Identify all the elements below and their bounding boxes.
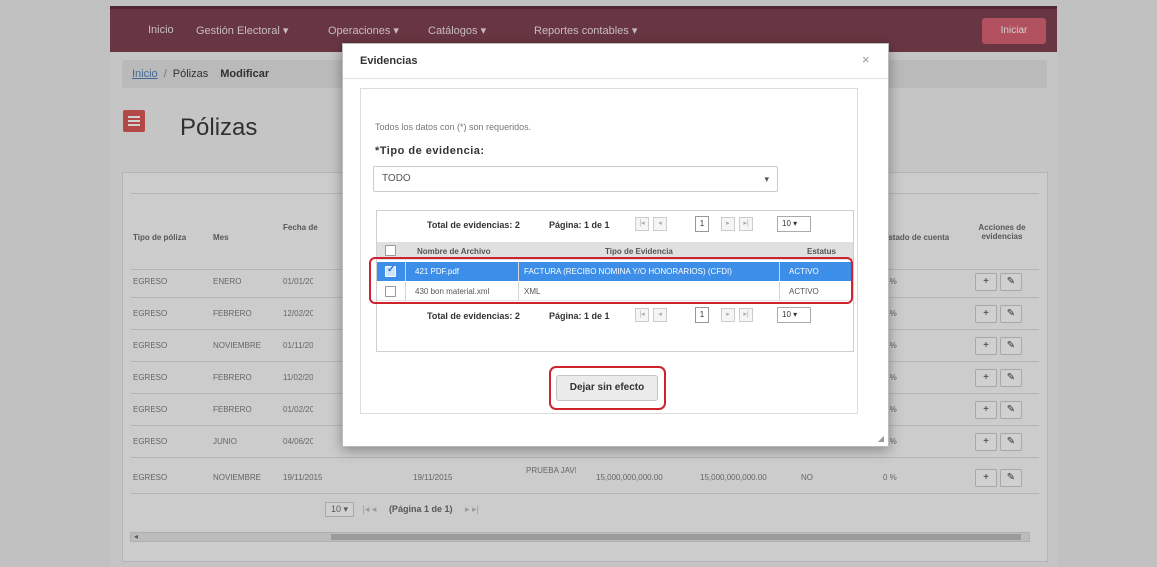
col-estatus[interactable]: Estatus	[807, 247, 836, 256]
tipo-evidencia-select[interactable]: TODO ▾	[373, 166, 778, 192]
modal-divider	[343, 78, 888, 79]
last-page-icon[interactable]: ▸|	[739, 217, 753, 231]
rows-highlight-outline	[369, 257, 853, 304]
dejar-sin-efecto-button[interactable]: Dejar sin efecto	[556, 375, 658, 401]
modal-title: Evidencias	[360, 55, 418, 67]
next-page-icon[interactable]: ▸	[721, 217, 735, 231]
first-page-icon[interactable]: |◂	[635, 308, 649, 322]
page-label: Página: 1 de 1	[549, 220, 610, 230]
page-size-select[interactable]: 10 ▾	[777, 216, 811, 232]
grid-pager-top: Total de evidencias: 2 Página: 1 de 1 |◂…	[377, 211, 853, 239]
select-all-checkbox[interactable]	[385, 245, 396, 256]
evidencias-modal: Evidencias × Todos los datos con (*) son…	[342, 43, 889, 447]
page-number-input[interactable]: 1	[695, 307, 709, 323]
prev-page-icon[interactable]: ◂	[653, 308, 667, 322]
tipo-evidencia-label: *Tipo de evidencia:	[375, 145, 485, 157]
col-nombre-archivo[interactable]: Nombre de Archivo	[417, 247, 491, 256]
page-number-input[interactable]: 1	[695, 216, 709, 232]
required-note: Todos los datos con (*) son requeridos.	[375, 122, 532, 132]
total-evidencias: Total de evidencias: 2	[427, 220, 520, 230]
next-page-icon[interactable]: ▸	[721, 308, 735, 322]
close-icon[interactable]: ×	[862, 52, 870, 67]
prev-page-icon[interactable]: ◂	[653, 217, 667, 231]
resize-handle-icon[interactable]: ◢	[878, 434, 884, 443]
total-evidencias: Total de evidencias: 2	[427, 311, 520, 321]
page-size-select[interactable]: 10 ▾	[777, 307, 811, 323]
col-tipo-evidencia[interactable]: Tipo de Evidencia	[605, 247, 673, 256]
grid-pager-bottom: Total de evidencias: 2 Página: 1 de 1 |◂…	[377, 302, 853, 330]
first-page-icon[interactable]: |◂	[635, 217, 649, 231]
page-label: Página: 1 de 1	[549, 311, 610, 321]
select-value: TODO	[382, 173, 411, 184]
last-page-icon[interactable]: ▸|	[739, 308, 753, 322]
chevron-down-icon: ▾	[764, 174, 769, 184]
